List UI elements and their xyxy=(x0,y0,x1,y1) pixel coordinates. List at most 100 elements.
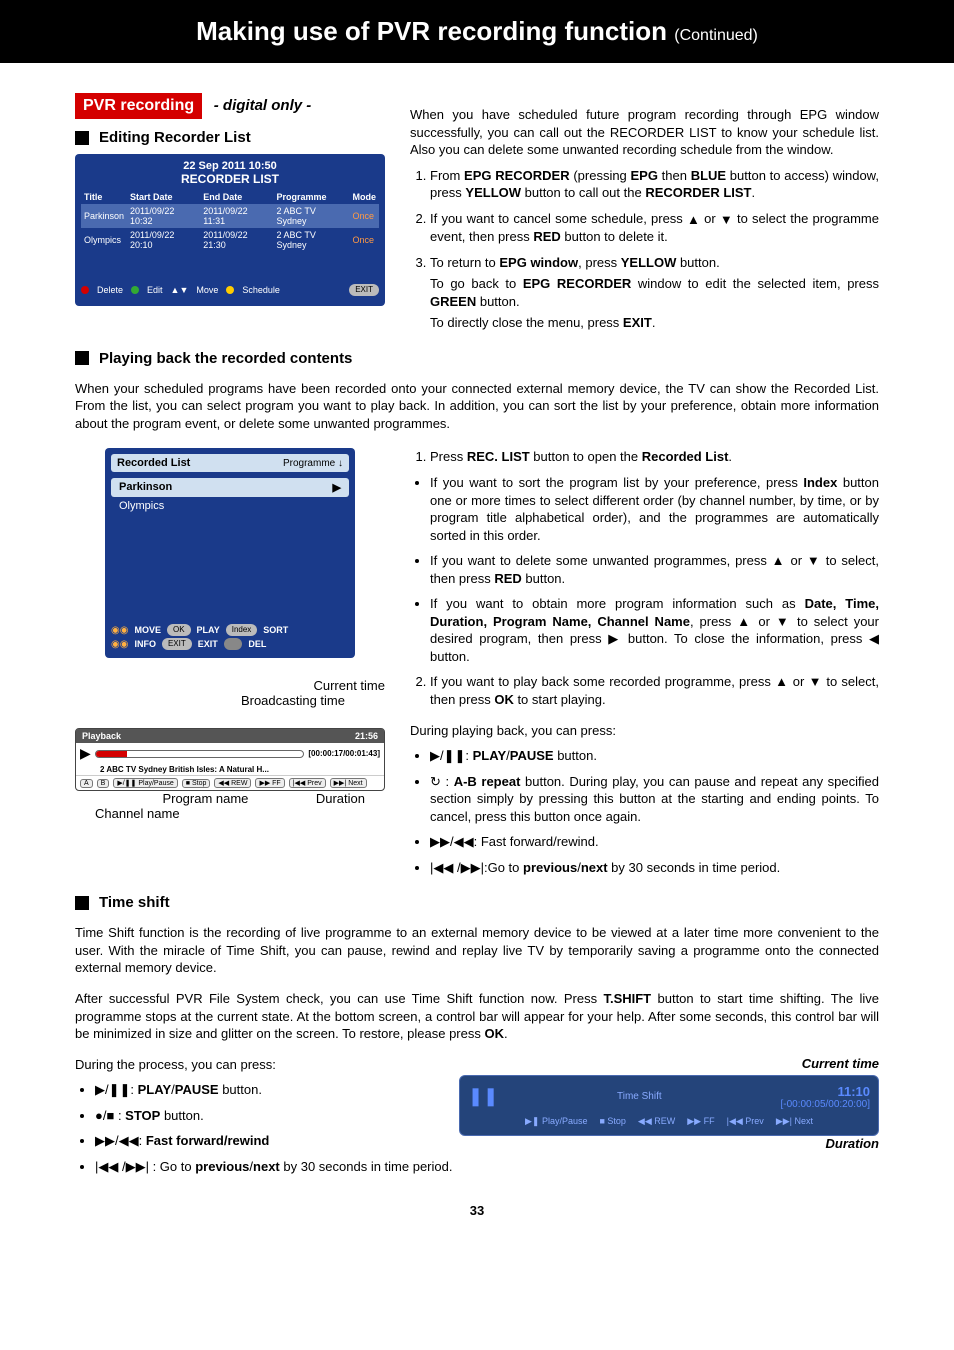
page-title-continued: (Continued) xyxy=(674,27,758,44)
up-arrow-icon: ▲ xyxy=(687,211,700,229)
exit-label: EXIT xyxy=(198,639,218,649)
play-icon: ▶ xyxy=(80,745,91,762)
prev-button: |◀◀ Prev xyxy=(289,778,326,788)
recorder-list-datetime: 22 Sep 2011 10:50 xyxy=(81,160,379,172)
col-start: Start Date xyxy=(127,190,200,204)
col-mode: Mode xyxy=(349,190,379,204)
up-arrow-icon: ▲ xyxy=(775,674,789,689)
playback-bullet-2: If you want to delete some unwanted prog… xyxy=(430,552,879,587)
section-bullet-icon xyxy=(75,896,89,910)
prev-next-icon: |◀◀ /▶▶| xyxy=(430,860,484,875)
list-item: Olympics xyxy=(111,497,349,515)
recorded-list-title: Recorded List xyxy=(117,457,190,469)
timeshift-dur: [-00:00:05/00:20:00] xyxy=(780,1099,870,1110)
ts-play-pause: ▶❚ Play/Pause xyxy=(525,1116,588,1127)
current-time-label: Current time xyxy=(75,678,385,693)
updown-icon: ▲▼ xyxy=(171,285,189,295)
del-label: DEL xyxy=(248,639,266,649)
during-bullet-3: ▶▶/◀◀: Fast forward/rewind. xyxy=(430,833,879,851)
ts-bullet-4: |◀◀ /▶▶| : Go to previous/next by 30 sec… xyxy=(95,1158,879,1176)
timeshift-p2: After successful PVR File System check, … xyxy=(75,990,879,1043)
editing-recorder-heading: Editing Recorder List xyxy=(99,129,251,146)
move-label: MOVE xyxy=(134,625,161,635)
playback-bar: Playback 21:56 ▶ [00:00:17/00:01:43] 2 A… xyxy=(75,728,385,791)
b-button: B xyxy=(97,779,110,788)
timeshift-title: Time Shift xyxy=(617,1091,662,1102)
playback-duration: [00:00:17/00:01:43] xyxy=(308,749,380,758)
schedule-label: Schedule xyxy=(242,285,280,295)
play-label: PLAY xyxy=(197,625,220,635)
ff-button: ▶▶ FF xyxy=(255,778,284,788)
program-name-label: Program name xyxy=(162,791,248,806)
play-pause-icon: ▶/❚❚ xyxy=(95,1082,130,1097)
timeshift-heading: Time shift xyxy=(99,894,170,911)
step-1: From EPG RECORDER (pressing EPG then BLU… xyxy=(430,167,879,202)
table-row: Olympics 2011/09/22 20:10 2011/09/22 21:… xyxy=(81,228,379,252)
del-pill xyxy=(224,638,243,650)
channel-name-label: Channel name xyxy=(75,806,385,821)
ok-pill: OK xyxy=(167,624,191,636)
stop-button: ■ Stop xyxy=(182,779,211,788)
down-arrow-icon: ▼ xyxy=(720,211,733,229)
during-bullet-1: ▶/❚❚: PLAY/PAUSE button. xyxy=(430,747,879,765)
leftright-icon: ◉◉ xyxy=(111,639,128,650)
ff-rew-icon: ▶▶/◀◀ xyxy=(95,1133,139,1148)
down-arrow-icon: ▼ xyxy=(807,553,821,568)
playback-step-1: Press REC. LIST button to open the Recor… xyxy=(430,448,879,466)
green-dot-icon xyxy=(131,286,139,294)
move-label: Move xyxy=(196,285,218,295)
ts-next: ▶▶| Next xyxy=(776,1116,813,1127)
playback-time: 21:56 xyxy=(355,731,378,741)
col-programme: Programme xyxy=(274,190,350,204)
recorder-list-title: RECORDER LIST xyxy=(81,172,379,186)
step-3: To return to EPG window, press YELLOW bu… xyxy=(430,254,879,332)
ff-rew-icon: ▶▶/◀◀ xyxy=(430,834,474,849)
playback-step-2: If you want to play back some recorded p… xyxy=(430,673,879,708)
digital-only-label: - digital only - xyxy=(214,97,312,114)
timeshift-time: 11:10 xyxy=(780,1084,870,1099)
ts-stop: ■ Stop xyxy=(599,1116,625,1127)
next-button: ▶▶| Next xyxy=(330,778,367,788)
step-2: If you want to cancel some schedule, pre… xyxy=(430,210,879,246)
during-playing-label: During playing back, you can press: xyxy=(410,722,879,740)
playback-channel-title: 2 ABC TV Sydney British Isles: A Natural… xyxy=(76,764,384,776)
right-arrow-icon: ▶ xyxy=(608,631,621,646)
timeshift-p1: Time Shift function is the recording of … xyxy=(75,924,879,977)
page-number: 33 xyxy=(75,1203,879,1218)
timeshift-duration-label: Duration xyxy=(449,1136,879,1151)
section-bullet-icon xyxy=(75,131,89,145)
playback-bullet-3: If you want to obtain more program infor… xyxy=(430,595,879,665)
left-arrow-icon: ◀ xyxy=(869,631,879,646)
rec-stop-icon: ●/■ xyxy=(95,1108,114,1123)
pvr-recording-tag: PVR recording xyxy=(75,93,202,119)
ts-rew: ◀◀ REW xyxy=(638,1116,675,1127)
down-arrow-icon: ▼ xyxy=(809,674,823,689)
edit-label: Edit xyxy=(147,285,163,295)
exit-pill: EXIT xyxy=(349,284,379,296)
col-end: End Date xyxy=(200,190,273,204)
ts-ff: ▶▶ FF xyxy=(687,1116,714,1127)
broadcasting-time-label: Broadcasting time xyxy=(75,693,345,708)
red-dot-icon xyxy=(81,286,89,294)
playback-heading: Playing back the recorded contents xyxy=(99,350,352,367)
down-arrow-icon: ↓ xyxy=(338,458,343,469)
section-bullet-icon xyxy=(75,351,89,365)
chevron-right-icon: ▶ xyxy=(333,481,341,494)
ts-prev: |◀◀ Prev xyxy=(727,1116,764,1127)
pause-icon: ❚❚ xyxy=(468,1086,498,1107)
prev-next-icon: |◀◀ /▶▶| xyxy=(95,1159,149,1174)
down-arrow-icon: ▼ xyxy=(776,614,791,629)
info-label: INFO xyxy=(134,639,156,649)
updown-icon: ◉◉ xyxy=(111,625,128,636)
timeshift-curtime-label: Current time xyxy=(449,1056,879,1071)
during-bullet-2: ↻ : A-B repeat button. During play, you … xyxy=(430,773,879,826)
playback-intro: When your scheduled programs have been r… xyxy=(75,380,879,433)
play-pause-button: ▶/❚❚ Play/Pause xyxy=(113,778,177,788)
repeat-icon: ↻ xyxy=(430,774,441,789)
up-arrow-icon: ▲ xyxy=(737,614,752,629)
recorded-list-panel: Recorded List Programme ↓ Parkinson ▶ Ol… xyxy=(105,448,355,658)
exit-pill2: EXIT xyxy=(162,638,192,650)
yellow-dot-icon xyxy=(226,286,234,294)
rew-button: ◀◀ REW xyxy=(214,778,251,788)
epg-intro-text: When you have scheduled future program r… xyxy=(410,106,879,159)
